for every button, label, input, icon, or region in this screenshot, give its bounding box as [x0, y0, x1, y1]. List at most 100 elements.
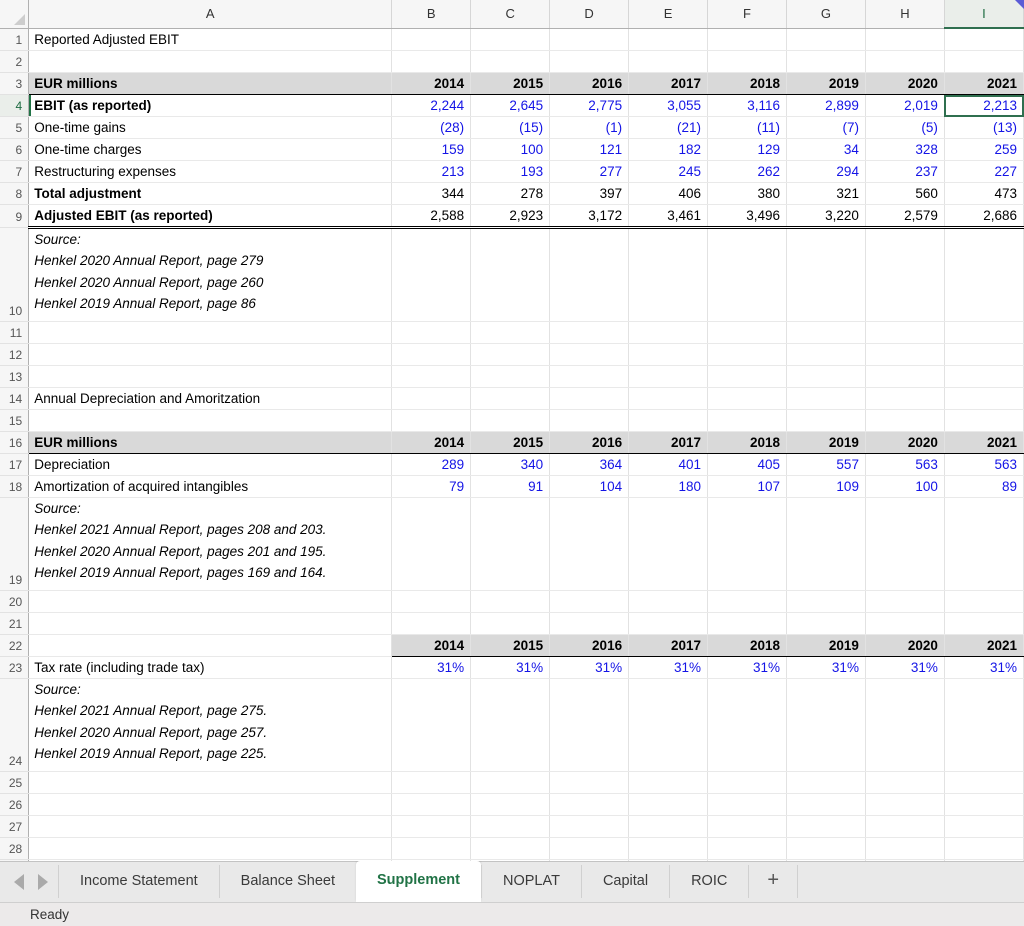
- cell-h7[interactable]: 237: [865, 160, 945, 183]
- cell-e9[interactable]: 3,461: [628, 204, 709, 229]
- cell-i5[interactable]: (13): [944, 116, 1024, 139]
- cell-b27[interactable]: [391, 815, 472, 838]
- cell-e10[interactable]: [628, 227, 709, 322]
- row-header-12[interactable]: 12: [0, 343, 30, 366]
- cell-h10[interactable]: [865, 227, 945, 322]
- cell-i21[interactable]: [944, 612, 1024, 635]
- cell-c26[interactable]: [470, 793, 551, 816]
- cell-a3[interactable]: EUR millions: [28, 72, 393, 95]
- cell-g24[interactable]: [786, 678, 866, 772]
- cell-f12[interactable]: [707, 343, 787, 366]
- column-header-i[interactable]: I: [944, 0, 1024, 29]
- cell-i20[interactable]: [944, 590, 1024, 613]
- cell-a16[interactable]: EUR millions: [28, 431, 393, 454]
- cell-c7[interactable]: 193: [470, 160, 551, 183]
- cell-d24[interactable]: [549, 678, 630, 772]
- cell-c6[interactable]: 100: [470, 138, 551, 161]
- cell-b1[interactable]: [391, 0, 1024, 51]
- cell-a28[interactable]: [28, 837, 393, 860]
- cell-h9[interactable]: 2,579: [865, 204, 945, 229]
- sheet-tab-supplement[interactable]: Supplement: [356, 861, 481, 903]
- cell-c2[interactable]: [470, 50, 551, 73]
- cell-e16[interactable]: 2017: [628, 431, 709, 454]
- cell-h14[interactable]: [865, 387, 945, 410]
- cell-f27[interactable]: [707, 815, 787, 838]
- cell-a4[interactable]: EBIT (as reported): [28, 94, 393, 117]
- sheet-tab-capital[interactable]: Capital: [580, 865, 669, 899]
- cell-a22[interactable]: [28, 634, 393, 657]
- cell-h8[interactable]: 560: [865, 182, 945, 205]
- cell-b17[interactable]: 289: [391, 453, 472, 476]
- cell-e3[interactable]: 2017: [628, 72, 709, 95]
- cell-d4[interactable]: 2,775: [549, 94, 630, 117]
- cell-i28[interactable]: [944, 837, 1024, 860]
- cell-a24-source-note[interactable]: Source: Henkel 2021 Annual Report, page …: [28, 678, 393, 772]
- cell-b15[interactable]: [391, 409, 472, 432]
- cell-e28[interactable]: [628, 837, 709, 860]
- cell-i12[interactable]: [944, 343, 1024, 366]
- cell-h25[interactable]: [865, 771, 945, 794]
- cell-g11[interactable]: [786, 321, 866, 344]
- row-header-28[interactable]: 28: [0, 837, 30, 860]
- cell-e7[interactable]: 245: [628, 160, 709, 183]
- cell-d10[interactable]: [549, 227, 630, 322]
- cell-a6[interactable]: One-time charges: [28, 138, 393, 161]
- row-header-17[interactable]: 17: [0, 453, 30, 476]
- cell-f26[interactable]: [707, 793, 787, 816]
- cell-g21[interactable]: [786, 612, 866, 635]
- cell-h18[interactable]: 100: [865, 475, 945, 498]
- cell-a26[interactable]: [28, 793, 393, 816]
- column-header-h[interactable]: H: [865, 0, 945, 29]
- cell-e25[interactable]: [628, 771, 709, 794]
- cell-f23[interactable]: 31%: [707, 656, 787, 679]
- cell-h6[interactable]: 328: [865, 138, 945, 161]
- row-header-29[interactable]: 29: [0, 859, 30, 862]
- cell-e11[interactable]: [628, 321, 709, 344]
- cell-c29[interactable]: [470, 859, 551, 862]
- cell-a11[interactable]: [28, 321, 393, 344]
- cell-d25[interactable]: [549, 771, 630, 794]
- cell-g22[interactable]: 2019: [786, 634, 866, 657]
- cell-i13[interactable]: [944, 365, 1024, 388]
- sheet-tab-income-statement[interactable]: Income Statement: [58, 865, 219, 899]
- cell-g4[interactable]: 2,899: [786, 94, 866, 117]
- cell-f9[interactable]: 3,496: [707, 204, 787, 229]
- cell-i15[interactable]: [944, 409, 1024, 432]
- cell-d18[interactable]: 104: [549, 475, 630, 498]
- cell-e27[interactable]: [628, 815, 709, 838]
- cell-c10[interactable]: [470, 227, 551, 322]
- cell-b13[interactable]: [391, 365, 472, 388]
- cell-b5[interactable]: (28): [391, 116, 472, 139]
- cell-i3[interactable]: 2021: [944, 72, 1024, 95]
- cell-c16[interactable]: 2015: [470, 431, 551, 454]
- cell-a13[interactable]: [28, 365, 393, 388]
- cell-c20[interactable]: [470, 590, 551, 613]
- cell-f24[interactable]: [707, 678, 787, 772]
- cell-i22[interactable]: 2021: [944, 634, 1024, 657]
- cell-i17[interactable]: 563: [944, 453, 1024, 476]
- cell-b4[interactable]: 2,244: [391, 94, 472, 117]
- cell-c8[interactable]: 278: [470, 182, 551, 205]
- cell-e19[interactable]: [628, 497, 709, 591]
- cell-h5[interactable]: (5): [865, 116, 945, 139]
- cell-b28[interactable]: [391, 837, 472, 860]
- cell-d2[interactable]: [549, 50, 630, 73]
- cell-h27[interactable]: [865, 815, 945, 838]
- cell-h4[interactable]: 2,019: [865, 94, 945, 117]
- cell-f5[interactable]: (11): [707, 116, 787, 139]
- row-header-7[interactable]: 7: [0, 160, 30, 183]
- cell-a12[interactable]: [28, 343, 393, 366]
- cell-c1[interactable]: [470, 28, 551, 51]
- row-header-18[interactable]: 18: [0, 475, 30, 498]
- cell-i14[interactable]: [944, 387, 1024, 410]
- column-header-b[interactable]: B: [391, 0, 472, 29]
- cell-i18[interactable]: 89: [944, 475, 1024, 498]
- cell-a17[interactable]: Depreciation: [28, 453, 393, 476]
- cell-b10[interactable]: [391, 227, 472, 322]
- triangle-right-icon[interactable]: [38, 873, 48, 890]
- cell-d17[interactable]: 364: [549, 453, 630, 476]
- column-header-e[interactable]: E: [628, 0, 709, 29]
- cell-b8[interactable]: 344: [391, 182, 472, 205]
- cell-a14[interactable]: Annual Depreciation and Amoritzation: [28, 387, 393, 410]
- cell-e8[interactable]: 406: [628, 182, 709, 205]
